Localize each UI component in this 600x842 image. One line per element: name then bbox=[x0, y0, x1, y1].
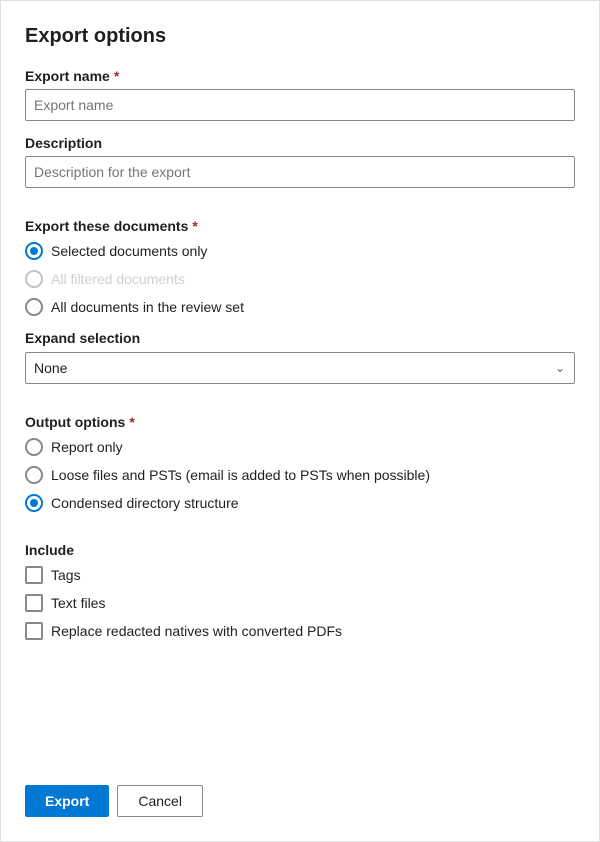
radio-all-review[interactable]: All documents in the review set bbox=[25, 298, 575, 316]
include-checkbox-group: Tags Text files Replace redacted natives… bbox=[25, 566, 575, 640]
export-name-input[interactable] bbox=[25, 89, 575, 121]
radio-loose-files[interactable]: Loose files and PSTs (email is added to … bbox=[25, 466, 575, 484]
checkbox-text-files[interactable]: Text files bbox=[25, 594, 575, 612]
output-options-label: Output options * bbox=[25, 414, 575, 430]
radio-all-review-circle bbox=[25, 298, 43, 316]
checkbox-tags-box bbox=[25, 566, 43, 584]
export-docs-radio-group: Selected documents only All filtered doc… bbox=[25, 242, 575, 316]
radio-all-filtered-label: All filtered documents bbox=[51, 271, 185, 287]
description-section: Description bbox=[25, 135, 575, 188]
radio-condensed-label: Condensed directory structure bbox=[51, 495, 239, 511]
output-options-radio-group: Report only Loose files and PSTs (email … bbox=[25, 438, 575, 512]
export-docs-required: * bbox=[192, 218, 197, 234]
radio-loose-files-circle bbox=[25, 466, 43, 484]
expand-selection-wrapper: None Threads Attachments Threads and att… bbox=[25, 352, 575, 384]
radio-all-filtered: All filtered documents bbox=[25, 270, 575, 288]
checkbox-replace-redacted[interactable]: Replace redacted natives with converted … bbox=[25, 622, 575, 640]
radio-all-filtered-circle bbox=[25, 270, 43, 288]
export-docs-label: Export these documents * bbox=[25, 218, 575, 234]
expand-selection-dropdown[interactable]: None Threads Attachments Threads and att… bbox=[25, 352, 575, 384]
export-name-required: * bbox=[114, 68, 119, 84]
radio-report-only-circle bbox=[25, 438, 43, 456]
checkbox-replace-redacted-label: Replace redacted natives with converted … bbox=[51, 623, 342, 639]
radio-condensed-circle bbox=[25, 494, 43, 512]
description-input[interactable] bbox=[25, 156, 575, 188]
radio-selected-docs[interactable]: Selected documents only bbox=[25, 242, 575, 260]
checkbox-text-files-label: Text files bbox=[51, 595, 105, 611]
page-title: Export options bbox=[25, 25, 575, 48]
checkbox-tags[interactable]: Tags bbox=[25, 566, 575, 584]
checkbox-tags-label: Tags bbox=[51, 567, 81, 583]
include-section: Include Tags Text files Replace redacted… bbox=[25, 542, 575, 640]
export-name-label: Export name * bbox=[25, 68, 575, 84]
radio-report-only[interactable]: Report only bbox=[25, 438, 575, 456]
radio-loose-files-label: Loose files and PSTs (email is added to … bbox=[51, 467, 430, 483]
radio-report-only-label: Report only bbox=[51, 439, 123, 455]
radio-selected-docs-label: Selected documents only bbox=[51, 243, 207, 259]
expand-selection-label: Expand selection bbox=[25, 330, 575, 346]
export-button[interactable]: Export bbox=[25, 785, 109, 817]
output-options-section: Output options * Report only Loose files… bbox=[25, 414, 575, 512]
radio-condensed[interactable]: Condensed directory structure bbox=[25, 494, 575, 512]
radio-all-review-label: All documents in the review set bbox=[51, 299, 244, 315]
include-label: Include bbox=[25, 542, 575, 558]
export-name-section: Export name * bbox=[25, 68, 575, 121]
page-container: Export options Export name * Description… bbox=[0, 0, 600, 842]
cancel-button[interactable]: Cancel bbox=[117, 785, 203, 817]
expand-selection-section: Expand selection None Threads Attachment… bbox=[25, 330, 575, 384]
checkbox-text-files-box bbox=[25, 594, 43, 612]
description-label: Description bbox=[25, 135, 575, 151]
footer-buttons: Export Cancel bbox=[25, 785, 203, 817]
output-options-required: * bbox=[129, 414, 134, 430]
radio-selected-docs-circle bbox=[25, 242, 43, 260]
checkbox-replace-redacted-box bbox=[25, 622, 43, 640]
export-docs-section: Export these documents * Selected docume… bbox=[25, 218, 575, 316]
